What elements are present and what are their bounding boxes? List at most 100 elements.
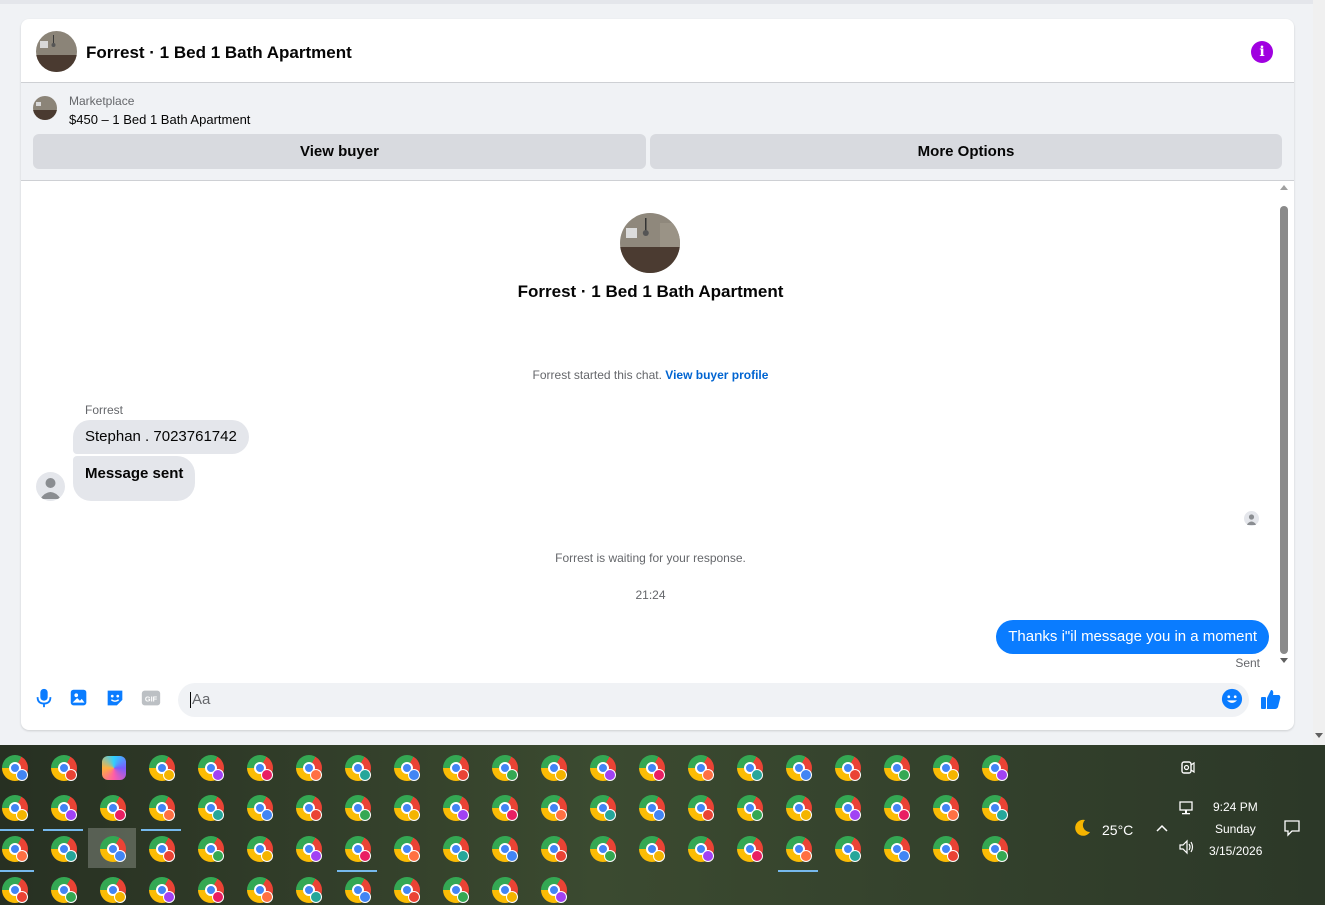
chrome-profile-icon[interactable]	[296, 836, 322, 862]
incoming-message[interactable]: Stephan . 7023761742	[73, 420, 249, 454]
chrome-profile-icon[interactable]	[443, 836, 469, 862]
chrome-profile-icon[interactable]	[198, 877, 224, 903]
chrome-profile-icon[interactable]	[778, 836, 818, 872]
chrome-profile-icon[interactable]	[443, 755, 469, 781]
chrome-profile-icon[interactable]	[100, 795, 126, 821]
chrome-profile-icon[interactable]	[198, 755, 224, 781]
chrome-profile-icon[interactable]	[933, 755, 959, 781]
chrome-profile-icon[interactable]	[394, 795, 420, 821]
chrome-profile-icon[interactable]	[541, 877, 567, 903]
chrome-profile-icon[interactable]	[737, 836, 763, 862]
chrome-profile-icon[interactable]	[982, 836, 1008, 862]
chrome-profile-icon[interactable]	[100, 877, 126, 903]
chrome-profile-icon[interactable]	[198, 795, 224, 821]
listing-avatar[interactable]	[36, 31, 77, 72]
weather-temperature[interactable]: 25°C	[1102, 822, 1133, 838]
chrome-profile-icon[interactable]	[884, 755, 910, 781]
sender-avatar[interactable]	[36, 472, 65, 501]
chrome-profile-icon[interactable]	[345, 877, 371, 903]
chrome-profile-icon[interactable]	[0, 836, 34, 872]
moon-icon[interactable]	[1072, 818, 1092, 838]
chrome-profile-icon[interactable]	[688, 755, 714, 781]
clock-time[interactable]: 9:24 PM	[1213, 800, 1258, 814]
chrome-profile-icon[interactable]	[786, 795, 812, 821]
chrome-profile-icon[interactable]	[345, 755, 371, 781]
chrome-profile-icon[interactable]	[149, 755, 175, 781]
chrome-profile-icon[interactable]	[247, 877, 273, 903]
chrome-profile-icon[interactable]	[590, 795, 616, 821]
emoji-icon[interactable]	[1221, 688, 1243, 710]
chrome-profile-icon[interactable]	[247, 755, 273, 781]
thumbs-up-icon[interactable]	[1259, 687, 1283, 711]
chrome-profile-icon[interactable]	[786, 755, 812, 781]
chrome-profile-icon[interactable]	[394, 755, 420, 781]
chrome-profile-icon[interactable]	[43, 795, 83, 831]
scroll-down-arrow-icon[interactable]	[1280, 658, 1288, 663]
chrome-profile-icon[interactable]	[737, 755, 763, 781]
info-icon[interactable]: i	[1251, 41, 1273, 63]
page-scroll-down-icon[interactable]	[1315, 733, 1323, 738]
chrome-profile-icon[interactable]	[541, 795, 567, 821]
chrome-profile-icon[interactable]	[541, 836, 567, 862]
chevron-up-icon[interactable]	[1156, 823, 1168, 833]
clock-date[interactable]: 3/15/2026	[1209, 844, 1262, 858]
view-buyer-profile-link[interactable]: View buyer profile	[665, 368, 768, 382]
chrome-profile-icon[interactable]	[884, 836, 910, 862]
chrome-profile-icon[interactable]	[639, 795, 665, 821]
view-buyer-button[interactable]: View buyer	[33, 134, 646, 169]
chrome-profile-icon[interactable]	[247, 836, 273, 862]
chrome-profile-icon[interactable]	[247, 795, 273, 821]
outgoing-message[interactable]: Thanks i"il message you in a moment	[996, 620, 1269, 654]
chrome-profile-icon[interactable]	[492, 836, 518, 862]
more-options-button[interactable]: More Options	[650, 134, 1282, 169]
chrome-profile-icon[interactable]	[492, 795, 518, 821]
notifications-icon[interactable]	[1283, 819, 1301, 837]
chrome-profile-icon[interactable]	[492, 755, 518, 781]
gif-icon[interactable]: GIF	[140, 687, 162, 709]
listing-title[interactable]: $450 – 1 Bed 1 Bath Apartment	[69, 112, 250, 127]
page-scrollbar[interactable]	[1313, 0, 1325, 745]
chrome-profile-icon[interactable]	[933, 836, 959, 862]
chrome-profile-icon[interactable]	[688, 836, 714, 862]
chrome-profile-icon[interactable]	[2, 755, 28, 781]
chrome-profile-icon[interactable]	[2, 877, 28, 903]
chrome-profile-icon[interactable]	[982, 755, 1008, 781]
chrome-profile-icon[interactable]	[982, 795, 1008, 821]
chrome-profile-icon[interactable]	[590, 755, 616, 781]
chrome-profile-icon[interactable]	[51, 836, 77, 862]
listing-thumbnail[interactable]	[33, 96, 57, 120]
sticker-icon[interactable]	[104, 687, 126, 709]
chrome-profile-icon[interactable]	[737, 795, 763, 821]
chrome-profile-icon[interactable]	[639, 836, 665, 862]
microphone-icon[interactable]	[33, 687, 55, 709]
chrome-profile-icon[interactable]	[198, 836, 224, 862]
chrome-profile-icon[interactable]	[149, 836, 175, 862]
chrome-profile-icon[interactable]	[51, 755, 77, 781]
message-input[interactable]: Aa	[178, 683, 1249, 717]
chrome-profile-icon[interactable]	[296, 755, 322, 781]
photo-icon[interactable]	[68, 687, 90, 709]
chrome-profile-icon[interactable]	[296, 877, 322, 903]
chrome-profile-icon[interactable]	[394, 836, 420, 862]
chrome-profile-icon[interactable]	[100, 836, 126, 862]
incoming-message[interactable]: Message sent	[73, 456, 196, 501]
scroll-up-arrow-icon[interactable]	[1280, 185, 1288, 190]
chrome-profile-icon[interactable]	[492, 877, 518, 903]
chrome-profile-icon[interactable]	[149, 877, 175, 903]
chrome-profile-icon[interactable]	[590, 836, 616, 862]
message-scrollbar[interactable]	[1278, 185, 1290, 667]
chrome-profile-icon[interactable]	[884, 795, 910, 821]
copilot-icon[interactable]	[102, 756, 126, 780]
chrome-profile-icon[interactable]	[541, 755, 567, 781]
chrome-profile-icon[interactable]	[0, 795, 34, 831]
chrome-profile-icon[interactable]	[933, 795, 959, 821]
chrome-profile-icon[interactable]	[639, 755, 665, 781]
chrome-profile-icon[interactable]	[296, 795, 322, 821]
meet-now-icon[interactable]	[1178, 758, 1196, 776]
chrome-profile-icon[interactable]	[51, 877, 77, 903]
chrome-profile-icon[interactable]	[443, 877, 469, 903]
chrome-profile-icon[interactable]	[688, 795, 714, 821]
chrome-profile-icon[interactable]	[443, 795, 469, 821]
chrome-profile-icon[interactable]	[141, 795, 181, 831]
scroll-thumb[interactable]	[1280, 206, 1288, 654]
